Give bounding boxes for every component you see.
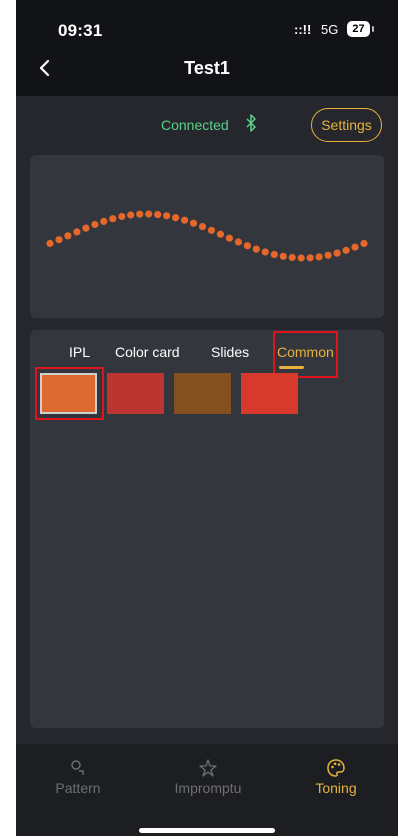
home-indicator (139, 828, 275, 833)
wave-dot (225, 234, 233, 242)
wave-dot (64, 232, 72, 240)
wave-dot (360, 239, 368, 248)
wave-dot (172, 214, 180, 222)
bottom-nav: Pattern Impromptu Toning (16, 744, 398, 836)
highlight-box-tab (273, 331, 338, 378)
nav-pattern[interactable]: Pattern (42, 758, 114, 796)
impromptu-icon (199, 759, 217, 777)
wave-dot (216, 230, 225, 238)
color-swatch-4[interactable] (241, 373, 298, 414)
nav-toning[interactable]: Toning (304, 758, 368, 796)
wave-preview (30, 155, 384, 318)
highlight-box-swatch (35, 367, 104, 420)
app-screen: 09:31 ::!! 5G 27 Test1 Connected Setting… (16, 0, 398, 836)
settings-button[interactable]: Settings (311, 108, 382, 142)
battery-icon: 27 (347, 21, 370, 37)
wave-dot (145, 210, 153, 218)
palette-icon (327, 759, 345, 777)
wave-dot (73, 228, 81, 236)
wave-dot (189, 219, 198, 227)
wave-dot (82, 224, 90, 232)
wave-dot (351, 243, 359, 251)
wave-dot (243, 242, 251, 250)
battery-tip (372, 26, 374, 32)
nav-toning-label: Toning (315, 780, 357, 796)
wave-dot (91, 220, 99, 229)
wave-dot (127, 211, 135, 219)
wave-dot (279, 252, 287, 260)
wave-dot (163, 212, 171, 220)
wave-dot (100, 217, 108, 225)
wave-dot (46, 239, 54, 248)
tab-ipl[interactable]: IPL (69, 344, 90, 360)
wave-dot (181, 216, 189, 224)
nav-impromptu[interactable]: Impromptu (166, 758, 250, 796)
wave-dot (270, 250, 278, 259)
color-panel: IPL Color card Slides Common (30, 330, 384, 728)
wave-dot (198, 223, 207, 231)
status-time: 09:31 (58, 21, 103, 40)
network-type: 5G (321, 22, 339, 37)
wave-dot (297, 254, 305, 262)
nav-impromptu-label: Impromptu (174, 780, 242, 796)
wave-dot (288, 253, 296, 262)
wave-dot (109, 215, 117, 223)
wave-dot (306, 254, 314, 262)
pattern-icon (71, 760, 84, 775)
tab-slides[interactable]: Slides (211, 344, 249, 360)
wave-dot (118, 212, 126, 221)
color-swatch-3[interactable] (174, 373, 231, 414)
wave-dot (333, 249, 341, 257)
bluetooth-icon (246, 114, 256, 132)
wave-dot (342, 246, 350, 254)
wave-dot (324, 251, 332, 259)
wave-dot (234, 238, 242, 246)
connection-status: Connected (161, 117, 229, 133)
tab-color-card[interactable]: Color card (115, 344, 180, 360)
color-swatch-2[interactable] (107, 373, 164, 414)
nav-pattern-label: Pattern (55, 780, 101, 796)
signal-icon: ::!! (294, 22, 312, 37)
wave-dot (261, 248, 269, 256)
wave-dots (46, 210, 368, 262)
wave-dot (154, 211, 162, 219)
page-title: Test1 (184, 58, 230, 78)
wave-dot (252, 245, 260, 253)
wave-dot (136, 210, 144, 218)
wave-dot (55, 236, 63, 244)
wave-dot (207, 226, 216, 234)
wave-dot (315, 253, 323, 261)
top-bar: 09:31 ::!! 5G 27 Test1 (16, 0, 398, 96)
